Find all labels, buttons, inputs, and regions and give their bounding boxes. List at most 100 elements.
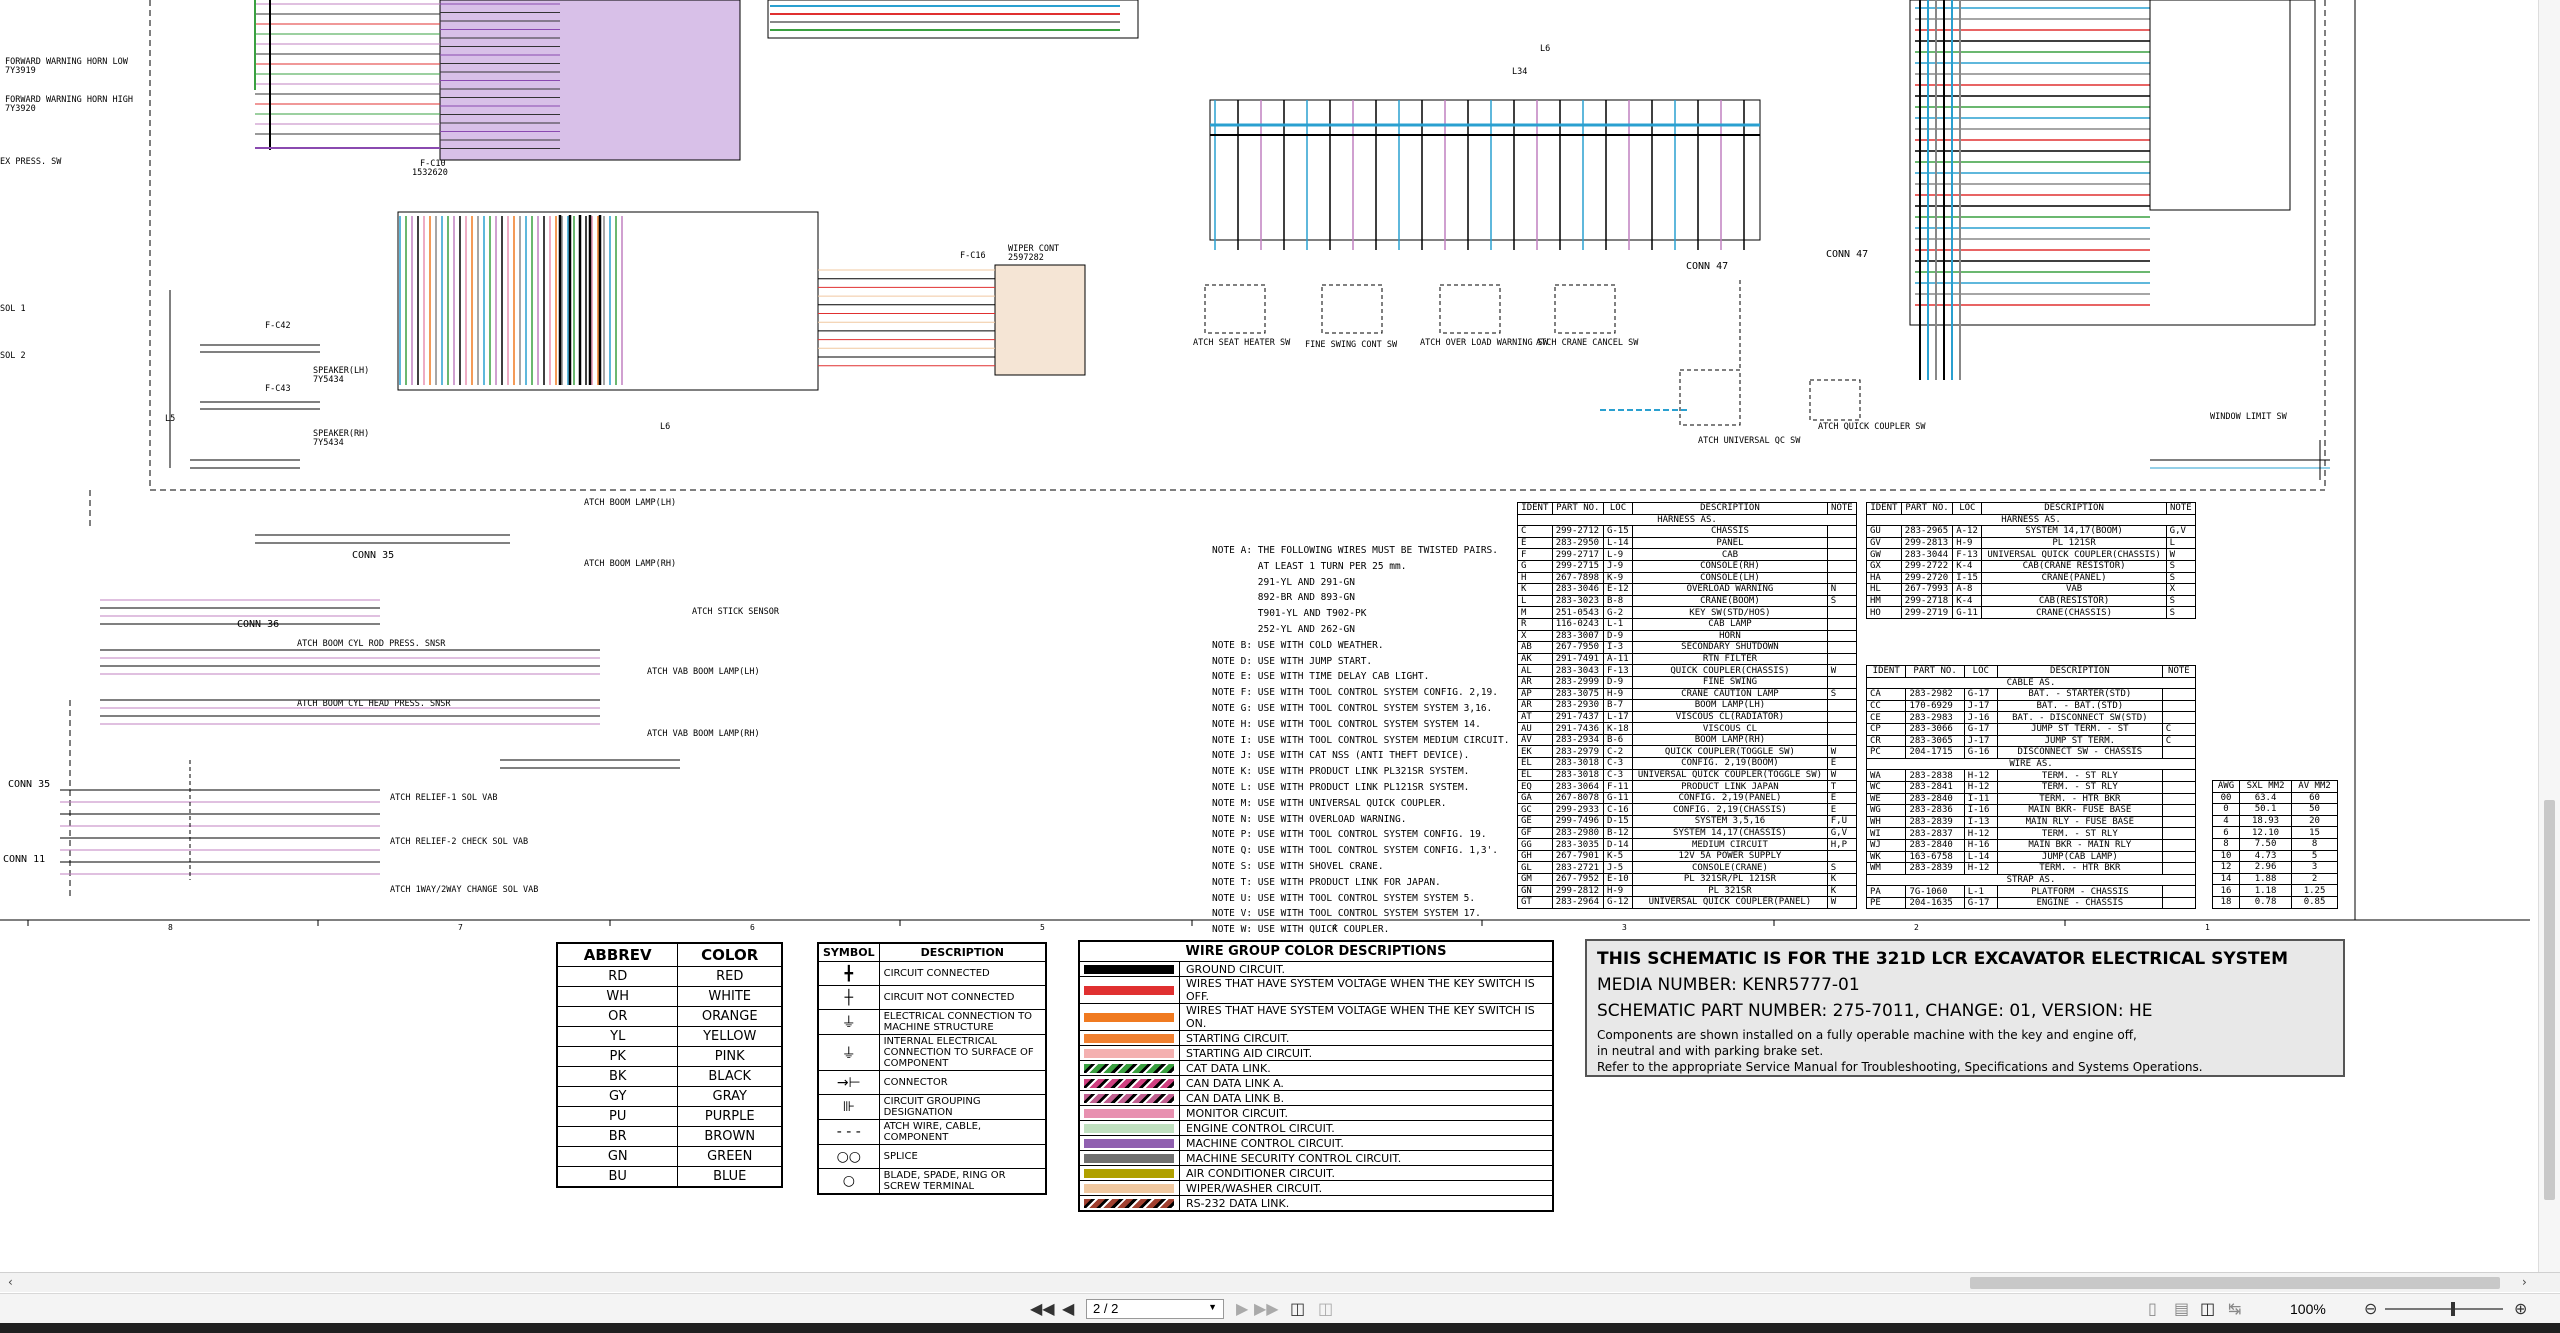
two-page-view-icon[interactable]: ◫ — [2200, 1299, 2215, 1318]
parts-cell: X — [2165, 583, 2197, 596]
awg-row: 12 2.96 3 — [2212, 861, 2338, 874]
symbol-description: CIRCUIT CONNECTED — [878, 961, 1047, 986]
symbol-row: - - - ATCH WIRE, CABLE, COMPONENT — [818, 1119, 1047, 1145]
parts-cell — [2161, 838, 2197, 852]
last-page-icon[interactable]: ▶▶ — [1254, 1299, 1279, 1318]
parts-cell: L-1 — [1602, 617, 1634, 631]
previous-page-icon[interactable]: ◀ — [1062, 1299, 1074, 1318]
parts-row: M 251-0543 G-2 KEY SW(STD/HOS) — [1517, 606, 1858, 619]
first-page-icon[interactable]: ◀◀ — [1030, 1299, 1055, 1318]
single-page-view-icon[interactable]: ▯ — [2148, 1299, 2157, 1318]
continuous-view-icon[interactable]: ▤ — [2174, 1299, 2189, 1318]
abbrev-header-cell: COLOR — [677, 943, 782, 967]
vertical-scroll-thumb[interactable] — [2544, 800, 2555, 1200]
parts-cell: G-12 — [1602, 896, 1634, 909]
parts-cell: CRANE CAUTION LAMP — [1632, 687, 1828, 701]
vertical-scrollbar[interactable] — [2538, 0, 2560, 1272]
taskbar-strip — [0, 1323, 2560, 1333]
ex-press-label: EX PRESS. SW — [0, 157, 62, 167]
atch-vab-lamp-lh-label: ATCH VAB BOOM LAMP(LH) — [647, 667, 760, 677]
zone-marker: 2 — [1914, 923, 1919, 932]
copy-page-icon[interactable]: ◫ — [1318, 1299, 1333, 1318]
parts-cell: 283-3044 — [1900, 548, 1954, 561]
atch-quick-coupler-label: ATCH QUICK COUPLER SW — [1818, 422, 1926, 432]
parts-row: L 283-3023 B-8 CRANE(BOOM) S — [1517, 594, 1858, 608]
parts-cell: 299-2812 — [1551, 884, 1604, 898]
note-line: 291-YL AND 291-GN — [1212, 576, 1355, 588]
symbol-glyph: ╋ — [818, 961, 880, 986]
extract-page-icon[interactable]: ◫ — [1290, 1299, 1305, 1318]
awg-cell: 12.10 — [2238, 826, 2293, 839]
wire-color-swatch — [1084, 1048, 1174, 1058]
awg-cell: 20 — [2291, 814, 2338, 828]
fit-width-icon[interactable]: ↹ — [2228, 1299, 2241, 1318]
parts-cell: TERM. - ST RLY — [1996, 780, 2163, 794]
parts-cell: AR — [1517, 699, 1553, 712]
wire-description: MACHINE SECURITY CONTROL CIRCUIT. — [1179, 1150, 1553, 1166]
parts-header-row: IDENT PART NO. LOC DESCRIPTION NOTE — [1865, 665, 2197, 678]
zoom-out-icon[interactable]: ⊖ — [2364, 1299, 2377, 1318]
atch-boom-rod-snsr-label: ATCH BOOM CYL ROD PRESS. SNSR — [297, 639, 446, 649]
crane-cancel-label: ATCH CRANE CANCEL SW — [1536, 338, 1639, 348]
note-line: NOTE F: USE WITH TOOL CONTROL SYSTEM CON… — [1212, 687, 1498, 699]
parts-cell: H-12 — [1963, 862, 1998, 875]
parts-cell: L-14 — [1963, 850, 1998, 864]
wire-row: WIPER/WASHER CIRCUIT. — [1079, 1180, 1553, 1196]
awg-cell: 0.85 — [2291, 895, 2338, 909]
horizontal-scroll-thumb[interactable] — [1970, 1277, 2500, 1289]
awg-cell: 0 — [2212, 803, 2240, 816]
atch-relief-1-label: ATCH RELIEF-1 SOL VAB — [390, 793, 498, 803]
horizontal-scrollbar[interactable]: ‹ › — [0, 1272, 2560, 1292]
parts-cell: C-3 — [1602, 757, 1634, 770]
parts-cell: G-16 — [1963, 746, 1998, 759]
abbrev-cell: BU — [556, 1166, 679, 1187]
parts-cell: I-13 — [1963, 815, 1998, 829]
sol2-label: SOL 2 — [0, 351, 26, 361]
atch-universal-qc-label: ATCH UNIVERSAL QC SW — [1698, 436, 1801, 446]
parts-cell: D-9 — [1602, 675, 1634, 689]
parts-cell: 283-2979 — [1551, 745, 1604, 759]
parts-cell: 283-3066 — [1905, 722, 1965, 736]
scroll-right-icon[interactable]: › — [2522, 1275, 2527, 1289]
parts-row: AK 291-7491 A-11 RTN FILTER — [1517, 652, 1858, 666]
parts-header-cell: DESCRIPTION — [1981, 502, 2167, 515]
parts-cell: EL — [1517, 757, 1553, 770]
wire-color-swatch — [1084, 1138, 1174, 1148]
scroll-left-icon[interactable]: ‹ — [8, 1275, 13, 1289]
parts-cell: GE — [1517, 815, 1553, 828]
l6-label-2: L6 — [660, 422, 671, 432]
parts-cell: F,U — [1826, 815, 1858, 828]
awg-cell: 63.4 — [2238, 791, 2293, 805]
parts-cell: CR — [1865, 734, 1907, 748]
zoom-slider[interactable] — [2385, 1302, 2503, 1316]
wire-table-title: WIRE GROUP COLOR DESCRIPTIONS — [1079, 941, 1553, 962]
parts-cell: H-16 — [1963, 838, 1998, 852]
wire-header-row: WIRE GROUP COLOR DESCRIPTIONS — [1079, 941, 1553, 962]
parts-cell — [2161, 815, 2197, 829]
parts-cell: WG — [1865, 804, 1907, 817]
parts-cell: WJ — [1865, 838, 1907, 852]
parts-cell: I-11 — [1963, 792, 1998, 806]
awg-cell: 0.78 — [2238, 895, 2293, 909]
parts-cell: BAT. - BAT.(STD) — [1996, 699, 2163, 713]
page-selector[interactable]: 2 / 2 ▼ — [1086, 1299, 1224, 1319]
parts-cell: J-9 — [1602, 559, 1634, 573]
parts-cell: 283-2838 — [1905, 769, 1965, 782]
wire-color-swatch — [1084, 985, 1174, 995]
symbol-glyph: ○ — [818, 1168, 880, 1194]
parts-cell: C-2 — [1602, 745, 1634, 759]
awg-cell: 50.1 — [2238, 803, 2293, 816]
parts-cell: GG — [1517, 838, 1553, 851]
abbrev-cell: BROWN — [677, 1126, 782, 1147]
parts-cell: K-18 — [1602, 722, 1634, 735]
parts-cell — [1826, 617, 1858, 631]
parts-cell: B-7 — [1602, 699, 1634, 712]
symbol-glyph: ⏚ — [818, 1009, 880, 1035]
atch-1way-label: ATCH 1WAY/2WAY CHANGE SOL VAB — [390, 885, 539, 895]
parts-cell: 299-7496 — [1551, 815, 1604, 828]
zoom-in-icon[interactable]: ⊕ — [2514, 1299, 2527, 1318]
parts-row: WC 283-2841 H-12 TERM. - ST RLY — [1865, 780, 2197, 794]
next-page-icon[interactable]: ▶ — [1236, 1299, 1248, 1318]
zoom-slider-knob[interactable] — [2451, 1302, 2455, 1316]
parts-cell: 267-7952 — [1551, 873, 1604, 886]
